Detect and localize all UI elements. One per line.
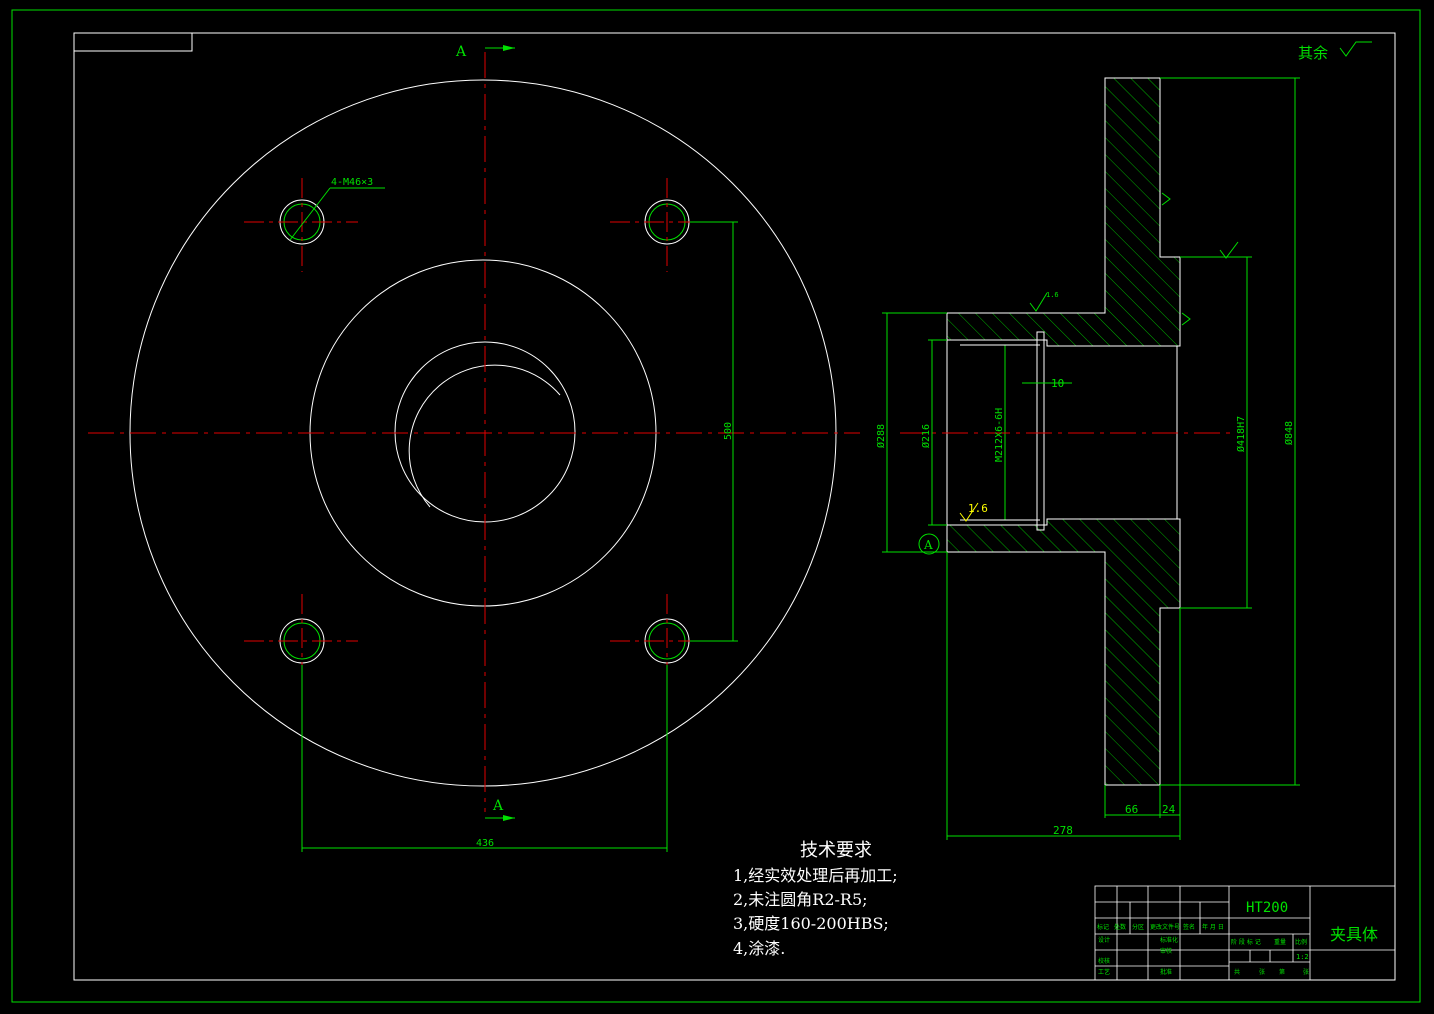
roughness-note: 其余: [1298, 44, 1328, 62]
tb-right-header: 重量: [1274, 938, 1286, 946]
dim-24: 24: [1162, 803, 1176, 816]
tech-requirement-item: 3,硬度160-200HBS;: [733, 914, 889, 933]
section-body-upper: [946, 77, 1181, 347]
roughness-symbol: [1181, 312, 1191, 326]
corner-box: [73, 32, 193, 52]
tb-header: 更改文件号: [1150, 923, 1180, 931]
title-part-name: 夹具体: [1330, 925, 1378, 944]
dim-500: 500: [723, 422, 734, 440]
tb-row-review: 审核: [1160, 947, 1172, 955]
section-arrowhead-bottom: [503, 815, 515, 821]
hole-callout: 4-M46×3: [331, 177, 373, 188]
tb-row-design: 标准化: [1160, 936, 1178, 944]
tb-header: 签名: [1183, 923, 1195, 931]
section-view: Ø288 Ø216 M212X6-6H 10 Ø418H7 Ø848 66 24…: [875, 77, 1300, 840]
groove: [1036, 331, 1045, 531]
tb-header: 处数: [1114, 923, 1126, 931]
roughness-small-value: 1.6: [1046, 291, 1059, 299]
tech-requirement-item: 4,涂漆.: [733, 939, 786, 958]
tech-requirements-title: 技术要求: [800, 840, 872, 861]
tb-row-check: 校核: [1098, 957, 1110, 965]
dim-dia-216: Ø216: [920, 424, 932, 448]
roughness-symbol: [1161, 192, 1171, 206]
dim-dia-848: Ø848: [1283, 421, 1295, 445]
tb-header: 分区: [1132, 923, 1144, 931]
tb-right-header: 阶 段 标 记: [1231, 938, 1261, 946]
dim-66: 66: [1125, 803, 1138, 816]
tb-sheet: 共: [1234, 968, 1240, 976]
roughness-symbol: [1219, 241, 1239, 259]
title-material: HT200: [1246, 900, 1288, 916]
dim-dia-288: Ø288: [875, 424, 887, 448]
tb-sheet: 张: [1303, 968, 1309, 976]
outer-border: [11, 9, 1421, 1003]
datum-label: A: [923, 538, 933, 552]
dim-436: 436: [476, 838, 494, 849]
tb-sheet: 第: [1279, 968, 1285, 976]
tb-row-process: 批准: [1160, 968, 1172, 976]
tb-row-process: 工艺: [1098, 968, 1110, 976]
tb-header: 标记: [1097, 923, 1109, 931]
tech-requirement-item: 2,未注圆角R2-R5;: [733, 890, 868, 909]
roughness-note-symbol: [1339, 41, 1372, 57]
tb-row-design: 设计: [1098, 936, 1110, 944]
inner-border: [73, 32, 1396, 981]
section-label-bottom: A: [492, 798, 504, 814]
dim-dia-418: Ø418H7: [1235, 416, 1247, 452]
tb-right-header: 比例: [1295, 938, 1307, 946]
tech-requirement-item: 1,经实效处理后再加工;: [733, 866, 898, 885]
roughness-value: 1.6: [968, 502, 988, 515]
cad-drawing: 4-M46×3 A A 500 436 Ø288 Ø216 M212X6-6H …: [11, 9, 1421, 1003]
tb-header: 年 月 日: [1202, 923, 1224, 931]
dim-thread: M212X6-6H: [994, 408, 1005, 462]
bolt-hole: [244, 594, 358, 680]
section-label-top: A: [455, 44, 467, 60]
callout-leader: [289, 187, 331, 241]
title-scale: 1:2: [1296, 953, 1309, 961]
tb-sheet: 张: [1259, 968, 1265, 976]
section-arrowhead-top: [503, 45, 515, 51]
section-body-lower: [946, 518, 1181, 786]
roughness-symbol: [1029, 292, 1048, 312]
bolt-hole: [610, 178, 724, 272]
dim-groove-10: 10: [1051, 377, 1064, 390]
front-view: 4-M46×3 A A 500 436: [88, 44, 860, 852]
dim-278: 278: [1053, 824, 1073, 837]
